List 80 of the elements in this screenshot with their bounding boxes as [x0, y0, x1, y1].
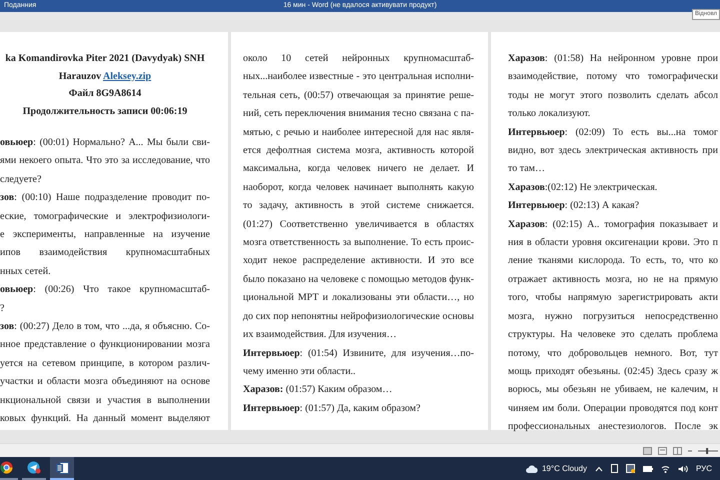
messenger-icon[interactable]	[27, 461, 41, 474]
text-line: их взаимодействия. Для изучения…	[243, 328, 398, 342]
weather-text[interactable]: 19°C Cloudy	[542, 462, 587, 474]
text-line: мятью, с речью и наиболее интересной для нас явля-	[243, 126, 474, 140]
text-line: Интервьюер: (01:57) Да, каким образом?	[243, 402, 422, 416]
text-line: Интервьюер: (02:13) А какая?	[508, 199, 640, 214]
text-line: тельная сеть, (00:57) отвечающая за принятие реше-	[243, 88, 474, 103]
text-line: потому, что добровольцев немного. Вот, тут	[508, 346, 718, 360]
text-line: Харазов: (01:58) На нейронном уровне прои	[508, 52, 718, 66]
heading-line: Продолжительность записи 00:06:19	[22, 104, 188, 118]
text-line: овьюер: (00:26) Что такое крупномасштаб-	[0, 283, 210, 298]
text-line: следуете?	[0, 172, 42, 187]
heading-text: Harauzov	[58, 70, 102, 82]
speaker-icon[interactable]	[678, 464, 688, 472]
battery-icon[interactable]	[642, 466, 653, 472]
text-line: около 10 сетей нейронных крупномасштаб-	[243, 52, 474, 66]
text-line: структуры. На человеке это сделать проблема	[508, 328, 718, 342]
zoom-slider[interactable]	[698, 446, 718, 454]
text-line: ление тканями кислорода. То есть, то, что ко	[508, 254, 718, 268]
app-tray-icon[interactable]	[626, 464, 635, 473]
text-line: ковых функций. На данный момент выделяют	[0, 412, 210, 426]
text-line: ния в области уровня оксигенации крови. Это п	[508, 236, 718, 250]
text-line: еские, томографические и электрофизиологи-	[0, 210, 210, 224]
text-line: зов: (00:10) Наше подразделение проводит по-	[0, 191, 210, 206]
text-line: только локализуют.	[508, 107, 592, 122]
chevron-up-icon[interactable]	[594, 466, 603, 472]
text-line: видно, вот здесь электрическая активность при	[508, 144, 718, 158]
device-icon[interactable]	[610, 464, 618, 473]
zoom-slider-thumb[interactable]	[706, 448, 708, 454]
text-line: мощь приходят обезьяны. (02:45) Здесь сразу ж	[508, 364, 718, 379]
text-line: того, чтобы напрямую зарегистрировать акти	[508, 291, 718, 306]
text-line: уется на сетевом принципе, в котором различ-	[0, 356, 210, 371]
text-line: ходит некое распределение активности. И это все	[243, 254, 474, 268]
text-line: е эксперименты, направленные на изучение	[0, 228, 210, 242]
browser-icon[interactable]	[0, 461, 12, 474]
read-mode-icon[interactable]	[673, 446, 682, 454]
text-line: мозга, нужно погрузиться непосредственно	[508, 310, 718, 324]
web-layout-icon[interactable]	[658, 446, 667, 454]
text-line: участки и области мозга объединяют на основе	[0, 375, 210, 390]
cloud-icon	[526, 464, 538, 472]
text-line: нкциональной связи и участия в выполнении	[0, 394, 210, 408]
text-line: Харазов:(02:12) Не электрическая.	[508, 180, 658, 195]
text-line: чему именно эти области..	[243, 364, 357, 379]
text-line: Харазов: (02:15) А.. томография показывает и	[508, 218, 718, 232]
text-line: было показано на человеке с помощью методов функ-	[243, 272, 474, 287]
heading-line: Файл 8G9A8614	[68, 87, 142, 101]
text-line: чиняем им боли. Операции проводятся под конт	[508, 402, 718, 416]
text-line: ипов взаимодействия крупномасштабных	[0, 246, 210, 260]
text-line: ?	[0, 302, 6, 316]
document-icon[interactable]	[56, 462, 68, 474]
text-line: то задачу, активность в этой системе снижается.	[243, 199, 474, 214]
text-line: то там…	[508, 162, 546, 176]
text-line: Харазов: (01:57) Каким образом…	[243, 383, 394, 398]
file-link[interactable]: Aleksey.zip	[103, 70, 152, 82]
text-line: тоды не могут этого позволить сделать абсол	[508, 88, 718, 103]
text-line: ний, сеть переключения внимания тесно связана с па-	[243, 107, 474, 122]
wifi-icon[interactable]	[660, 464, 670, 472]
taskbar-app-button[interactable]	[50, 457, 74, 480]
text-line: взаимодействие, потому что томографически	[508, 70, 718, 84]
text-line: циональной МРТ и локализованы эти области…, но	[243, 291, 474, 306]
text-line: (01:27) Соответственно увеличивается в областях	[243, 218, 474, 232]
language-indicator[interactable]: РУС	[696, 462, 712, 474]
text-line: отражает активность мозга, но не на прямую	[508, 272, 718, 287]
text-line: ется дефолтная система мозга, активность которой	[243, 144, 474, 158]
text-line: нное представление о функционировании мозга	[0, 338, 210, 352]
print-layout-icon[interactable]	[643, 446, 652, 454]
text-line: Интервьюер: (02:09) То есть вы...на томог	[508, 126, 718, 140]
text-line: профессиональных анестезиологов. После эк	[508, 420, 718, 434]
text-line: ями некоего опыта. Что это за исследование, что	[0, 154, 210, 168]
text-line: овьюер: (00:01) Нормально? А... Мы были сви-	[0, 136, 210, 150]
text-line: мозга ответственность за выполнение. То есть проис-	[243, 236, 474, 250]
text-line: Интервьюер: (01:54) Извините, для изучения…по-	[243, 346, 474, 360]
text-line: зов: (00:27) Дело в том, что ...да, я объясню. Со-	[0, 320, 210, 334]
text-line: нных сетей.	[0, 264, 52, 279]
text-line: ных...наиболее известные - это центральная исполни-	[243, 70, 474, 84]
heading-line: ka Komandirovka Piter 2021 (Davydyak) SNH	[4, 52, 206, 66]
text-line: до сих пор непонятны нейрофизиологические основы	[243, 310, 474, 324]
text-line: наоборот, когда человек начинает выполнять какую	[243, 180, 474, 195]
text-line: максимальна, когда человек ничего не делает. И	[243, 162, 474, 176]
text-line: ворюсь, мы обезьян не убиваем, не калечим, н	[508, 383, 718, 398]
